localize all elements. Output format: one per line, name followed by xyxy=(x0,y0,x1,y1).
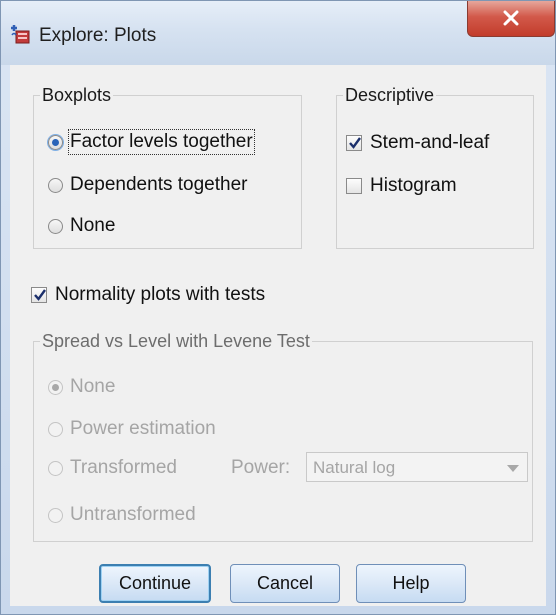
app-icon xyxy=(11,25,30,44)
descriptive-group: Descriptive xyxy=(336,85,534,249)
untransformed-radio[interactable]: Untransformed xyxy=(48,504,196,526)
close-icon xyxy=(503,10,519,26)
power-label: Power: xyxy=(231,457,290,479)
histogram-checkbox[interactable]: Histogram xyxy=(346,175,457,197)
checkbox-indicator[interactable] xyxy=(31,287,47,303)
power-estimation-radio[interactable]: Power estimation xyxy=(48,418,216,440)
boxplot-none-radio[interactable]: None xyxy=(48,215,115,237)
spread-none-radio[interactable]: None xyxy=(48,376,115,398)
radio-label: Untransformed xyxy=(70,504,196,525)
checkbox-label: Stem-and-leaf xyxy=(370,132,490,153)
radio-indicator[interactable] xyxy=(48,177,63,193)
checkbox-label: Histogram xyxy=(370,175,457,196)
power-dropdown-value: Natural log xyxy=(313,458,396,477)
title-bar[interactable]: Explore: Plots xyxy=(1,1,555,65)
radio-indicator[interactable] xyxy=(48,507,63,523)
radio-label: None xyxy=(70,215,116,236)
radio-indicator[interactable] xyxy=(48,134,63,150)
spread-legend: Spread vs Level with Levene Test xyxy=(42,331,310,351)
radio-label: None xyxy=(70,376,116,397)
dialog-window: Explore: Plots Boxplots Factor levels to… xyxy=(0,0,556,615)
normality-plots-checkbox[interactable]: Normality plots with tests xyxy=(31,284,265,306)
boxplot-factor-levels-radio[interactable]: Factor levels together xyxy=(48,129,255,155)
checkmark-icon xyxy=(34,289,46,301)
boxplot-dependents-radio[interactable]: Dependents together xyxy=(48,174,247,196)
radio-indicator[interactable] xyxy=(48,218,63,234)
transformed-radio[interactable]: Transformed xyxy=(48,457,177,479)
radio-label: Power estimation xyxy=(70,418,216,439)
chevron-down-icon xyxy=(507,465,519,472)
stem-and-leaf-checkbox[interactable]: Stem-and-leaf xyxy=(346,132,489,154)
radio-indicator[interactable] xyxy=(48,460,63,476)
checkbox-indicator[interactable] xyxy=(346,135,362,151)
checkbox-label: Normality plots with tests xyxy=(55,284,266,305)
power-dropdown[interactable]: Natural log xyxy=(306,452,528,482)
dialog-body: Boxplots Factor levels together Dependen… xyxy=(10,65,546,606)
descriptive-legend: Descriptive xyxy=(345,85,435,105)
continue-button[interactable]: Continue xyxy=(99,564,211,603)
radio-label: Factor levels together xyxy=(68,129,255,155)
cancel-button[interactable]: Cancel xyxy=(230,564,340,603)
help-button[interactable]: Help xyxy=(356,564,466,603)
boxplots-legend: Boxplots xyxy=(42,85,112,105)
radio-label: Transformed xyxy=(70,457,177,478)
radio-label: Dependents together xyxy=(70,174,248,195)
radio-indicator[interactable] xyxy=(48,421,63,437)
radio-indicator[interactable] xyxy=(48,379,63,395)
checkbox-indicator[interactable] xyxy=(346,178,362,194)
close-button[interactable] xyxy=(467,1,555,37)
checkmark-icon xyxy=(349,137,361,149)
power-label-text: Power: xyxy=(231,457,291,478)
window-title: Explore: Plots xyxy=(39,25,157,46)
